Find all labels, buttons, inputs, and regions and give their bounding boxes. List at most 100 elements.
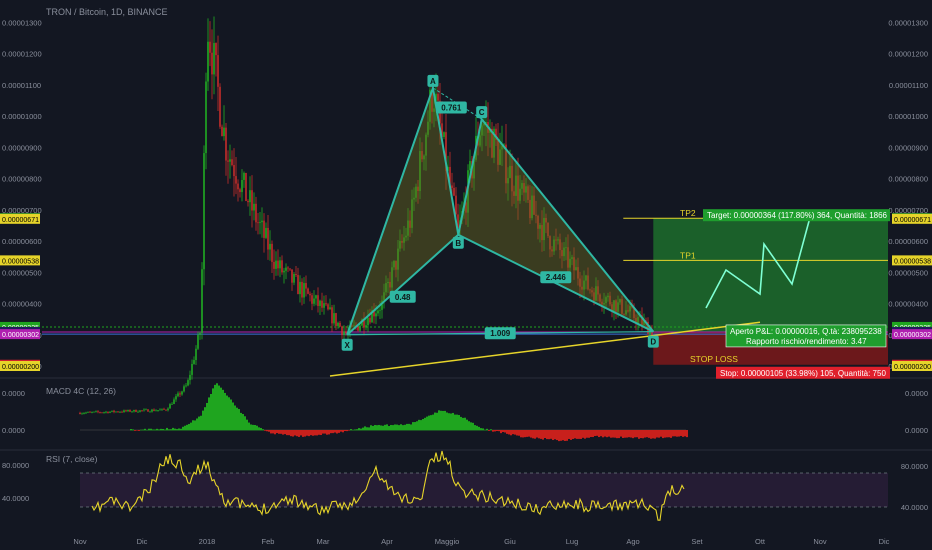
time-axis-label: 2018 xyxy=(199,537,216,546)
candle-body xyxy=(175,396,177,400)
pattern-triangle-bcd xyxy=(457,116,655,333)
pattern-ratio-xd: 1.009 xyxy=(490,329,511,338)
price-axis-label-right: 0.00001200 xyxy=(888,50,928,59)
macd-bar xyxy=(510,430,512,436)
macd-bar xyxy=(680,430,682,436)
macd-bar xyxy=(244,416,246,431)
price-tag-label: 0.00000671 xyxy=(2,217,39,224)
macd-bar xyxy=(508,430,510,435)
macd-bar xyxy=(220,387,222,431)
price-axis-label-left: 0.00001200 xyxy=(2,50,42,59)
candle-body xyxy=(289,268,291,270)
candle-body xyxy=(331,307,333,324)
candle-body xyxy=(275,260,277,269)
candle-body xyxy=(339,322,341,327)
macd-bar xyxy=(500,430,502,434)
candle-body xyxy=(189,374,191,381)
macd-bar xyxy=(506,430,508,434)
candle-body xyxy=(333,313,335,324)
macd-bar xyxy=(642,430,644,439)
candle-body xyxy=(145,409,147,411)
price-axis-label-right: 0.00000500 xyxy=(888,268,928,277)
macd-bar xyxy=(578,430,580,439)
candle-body xyxy=(121,411,123,413)
price-tag-label: 0.00000671 xyxy=(894,217,931,224)
candle-body xyxy=(141,410,143,412)
candle-body xyxy=(233,165,235,177)
macd-bar xyxy=(362,427,364,431)
macd-bar xyxy=(188,423,190,431)
candle-body xyxy=(341,326,343,336)
macd-bar xyxy=(592,430,594,438)
candle-body xyxy=(211,52,213,75)
macd-bar xyxy=(628,430,630,438)
macd-bar xyxy=(466,419,468,431)
candle-body xyxy=(273,261,275,269)
price-axis-label-left: 0.00000500 xyxy=(2,268,42,277)
candle-body xyxy=(79,412,81,414)
macd-bar xyxy=(198,416,200,431)
macd-bar xyxy=(526,430,528,437)
candle-body xyxy=(183,386,185,392)
macd-bar xyxy=(574,430,576,439)
macd-bar xyxy=(354,429,356,431)
candle-body xyxy=(443,132,445,137)
candle-body xyxy=(283,270,285,273)
macd-bar xyxy=(586,430,588,438)
macd-bar xyxy=(238,409,240,431)
macd-bar xyxy=(226,395,228,431)
macd-bar xyxy=(674,430,676,437)
macd-bar xyxy=(576,430,578,439)
macd-bar xyxy=(520,430,522,438)
macd-bar xyxy=(646,430,648,438)
candle-body xyxy=(231,159,233,166)
time-axis-label: Nov xyxy=(73,537,87,546)
macd-bar xyxy=(512,430,514,435)
macd-bar xyxy=(334,430,336,433)
macd-bar xyxy=(132,429,134,431)
candle-body xyxy=(329,307,331,310)
price-tag-label: 0.00000538 xyxy=(894,258,931,265)
macd-bar xyxy=(456,414,458,431)
macd-bar xyxy=(616,430,618,439)
macd-bar xyxy=(664,430,666,438)
macd-bar xyxy=(620,430,622,437)
macd-bar xyxy=(248,422,250,431)
macd-bar xyxy=(234,405,236,431)
pattern-label-c: C xyxy=(479,108,485,117)
candle-body xyxy=(235,176,237,184)
macd-bar xyxy=(364,426,366,431)
macd-bar xyxy=(650,430,652,439)
candle-body xyxy=(345,331,347,334)
macd-bar xyxy=(332,430,334,434)
macd-bar xyxy=(534,430,536,439)
macd-bar xyxy=(422,419,424,431)
price-tag-label: 0.00000302 xyxy=(2,332,39,339)
candle-body xyxy=(177,393,179,397)
macd-bar xyxy=(398,425,400,431)
macd-bar xyxy=(446,412,448,431)
candle-body xyxy=(187,380,189,386)
macd-bar xyxy=(368,427,370,431)
macd-bar xyxy=(554,430,556,440)
candle-body xyxy=(259,222,261,223)
macd-bar xyxy=(670,430,672,438)
candle-body xyxy=(237,183,239,190)
price-tag-label: 0.00000538 xyxy=(2,258,39,265)
candle-body xyxy=(245,172,247,201)
macd-bar xyxy=(678,430,680,437)
macd-bar xyxy=(160,428,162,431)
macd-bar xyxy=(476,425,478,431)
candle-body xyxy=(281,260,283,273)
macd-bar xyxy=(356,429,358,431)
macd-bar xyxy=(406,423,408,431)
macd-bar xyxy=(584,430,586,439)
trading-chart[interactable]: 0.00001300 0.00001300 0.00001200 0.00001200… xyxy=(0,0,932,550)
macd-bar xyxy=(432,414,434,431)
macd-bar xyxy=(204,407,206,431)
macd-bar xyxy=(544,430,546,439)
macd-bar xyxy=(462,417,464,431)
candle-body xyxy=(107,411,109,413)
candle-body xyxy=(197,334,199,349)
macd-bar xyxy=(138,430,140,431)
